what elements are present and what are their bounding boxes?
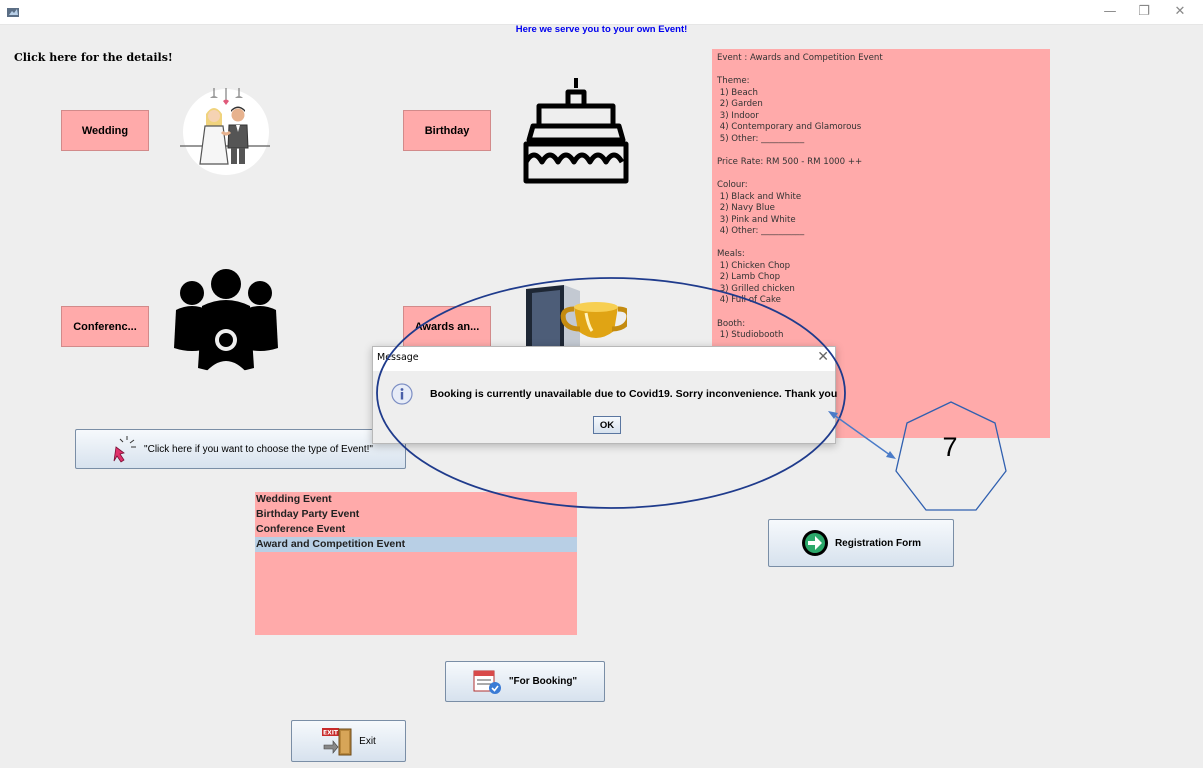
minimize-button[interactable]: — xyxy=(1096,4,1124,19)
birthday-button[interactable]: Birthday xyxy=(403,110,491,151)
maximize-button[interactable]: ❐ xyxy=(1130,4,1158,19)
for-booking-button[interactable]: "For Booking" xyxy=(445,661,605,702)
close-window-button[interactable]: ✕ xyxy=(1166,4,1194,19)
list-item-birthday[interactable]: Birthday Party Event xyxy=(255,507,577,522)
dialog-close-button[interactable]: ✕ xyxy=(817,349,829,365)
exit-label: Exit xyxy=(359,735,376,747)
message-dialog: Message ✕ Booking is currently unavailab… xyxy=(372,346,838,444)
dialog-title: Message xyxy=(377,352,419,363)
info-icon xyxy=(391,383,413,405)
wedding-couple-icon xyxy=(180,88,270,175)
awards-button-label: Awards an... xyxy=(414,320,480,333)
arrow-right-circle-icon xyxy=(801,530,828,556)
exit-door-icon: EXIT xyxy=(322,728,352,756)
dialog-message: Booking is currently unavailable due to … xyxy=(430,388,838,400)
wedding-button[interactable]: Wedding xyxy=(61,110,149,151)
awards-button[interactable]: Awards an... xyxy=(403,306,491,347)
list-item-wedding[interactable]: Wedding Event xyxy=(255,492,577,507)
annotation-arrowhead-end xyxy=(886,451,896,459)
ok-button-label: OK xyxy=(599,419,615,431)
choose-event-type-button[interactable]: "Click here if you want to choose the ty… xyxy=(75,429,406,469)
ok-button[interactable]: OK xyxy=(593,416,621,434)
booking-icon xyxy=(473,670,501,694)
trophy-icon xyxy=(526,285,627,347)
event-type-list[interactable]: Wedding Event Birthday Party Event Confe… xyxy=(255,492,577,635)
header-title: Here we serve you to your own Event! xyxy=(515,24,688,35)
conference-button-label: Conferenc... xyxy=(73,320,137,333)
choose-event-type-label: "Click here if you want to choose the ty… xyxy=(144,443,373,455)
window-titlebar xyxy=(0,0,1203,25)
exit-button[interactable]: EXIT Exit xyxy=(291,720,406,762)
birthday-cake-icon xyxy=(523,78,629,184)
dialog-body: Booking is currently unavailable due to … xyxy=(373,371,838,443)
java-app-icon xyxy=(7,8,19,17)
annotation-number: 7 xyxy=(942,432,958,462)
registration-form-button[interactable]: Registration Form xyxy=(768,519,954,567)
registration-form-label: Registration Form xyxy=(834,537,922,549)
list-item-awards-selected[interactable]: Award and Competition Event xyxy=(255,537,577,552)
svg-text:EXIT: EXIT xyxy=(323,730,339,737)
cursor-click-icon xyxy=(113,436,137,463)
details-label: Click here for the details! xyxy=(14,51,173,64)
list-item-conference[interactable]: Conference Event xyxy=(255,522,577,537)
birthday-button-label: Birthday xyxy=(424,124,470,137)
for-booking-label: "For Booking" xyxy=(508,676,578,687)
people-group-icon xyxy=(174,269,278,374)
conference-button[interactable]: Conferenc... xyxy=(61,306,149,347)
wedding-button-label: Wedding xyxy=(81,124,129,137)
